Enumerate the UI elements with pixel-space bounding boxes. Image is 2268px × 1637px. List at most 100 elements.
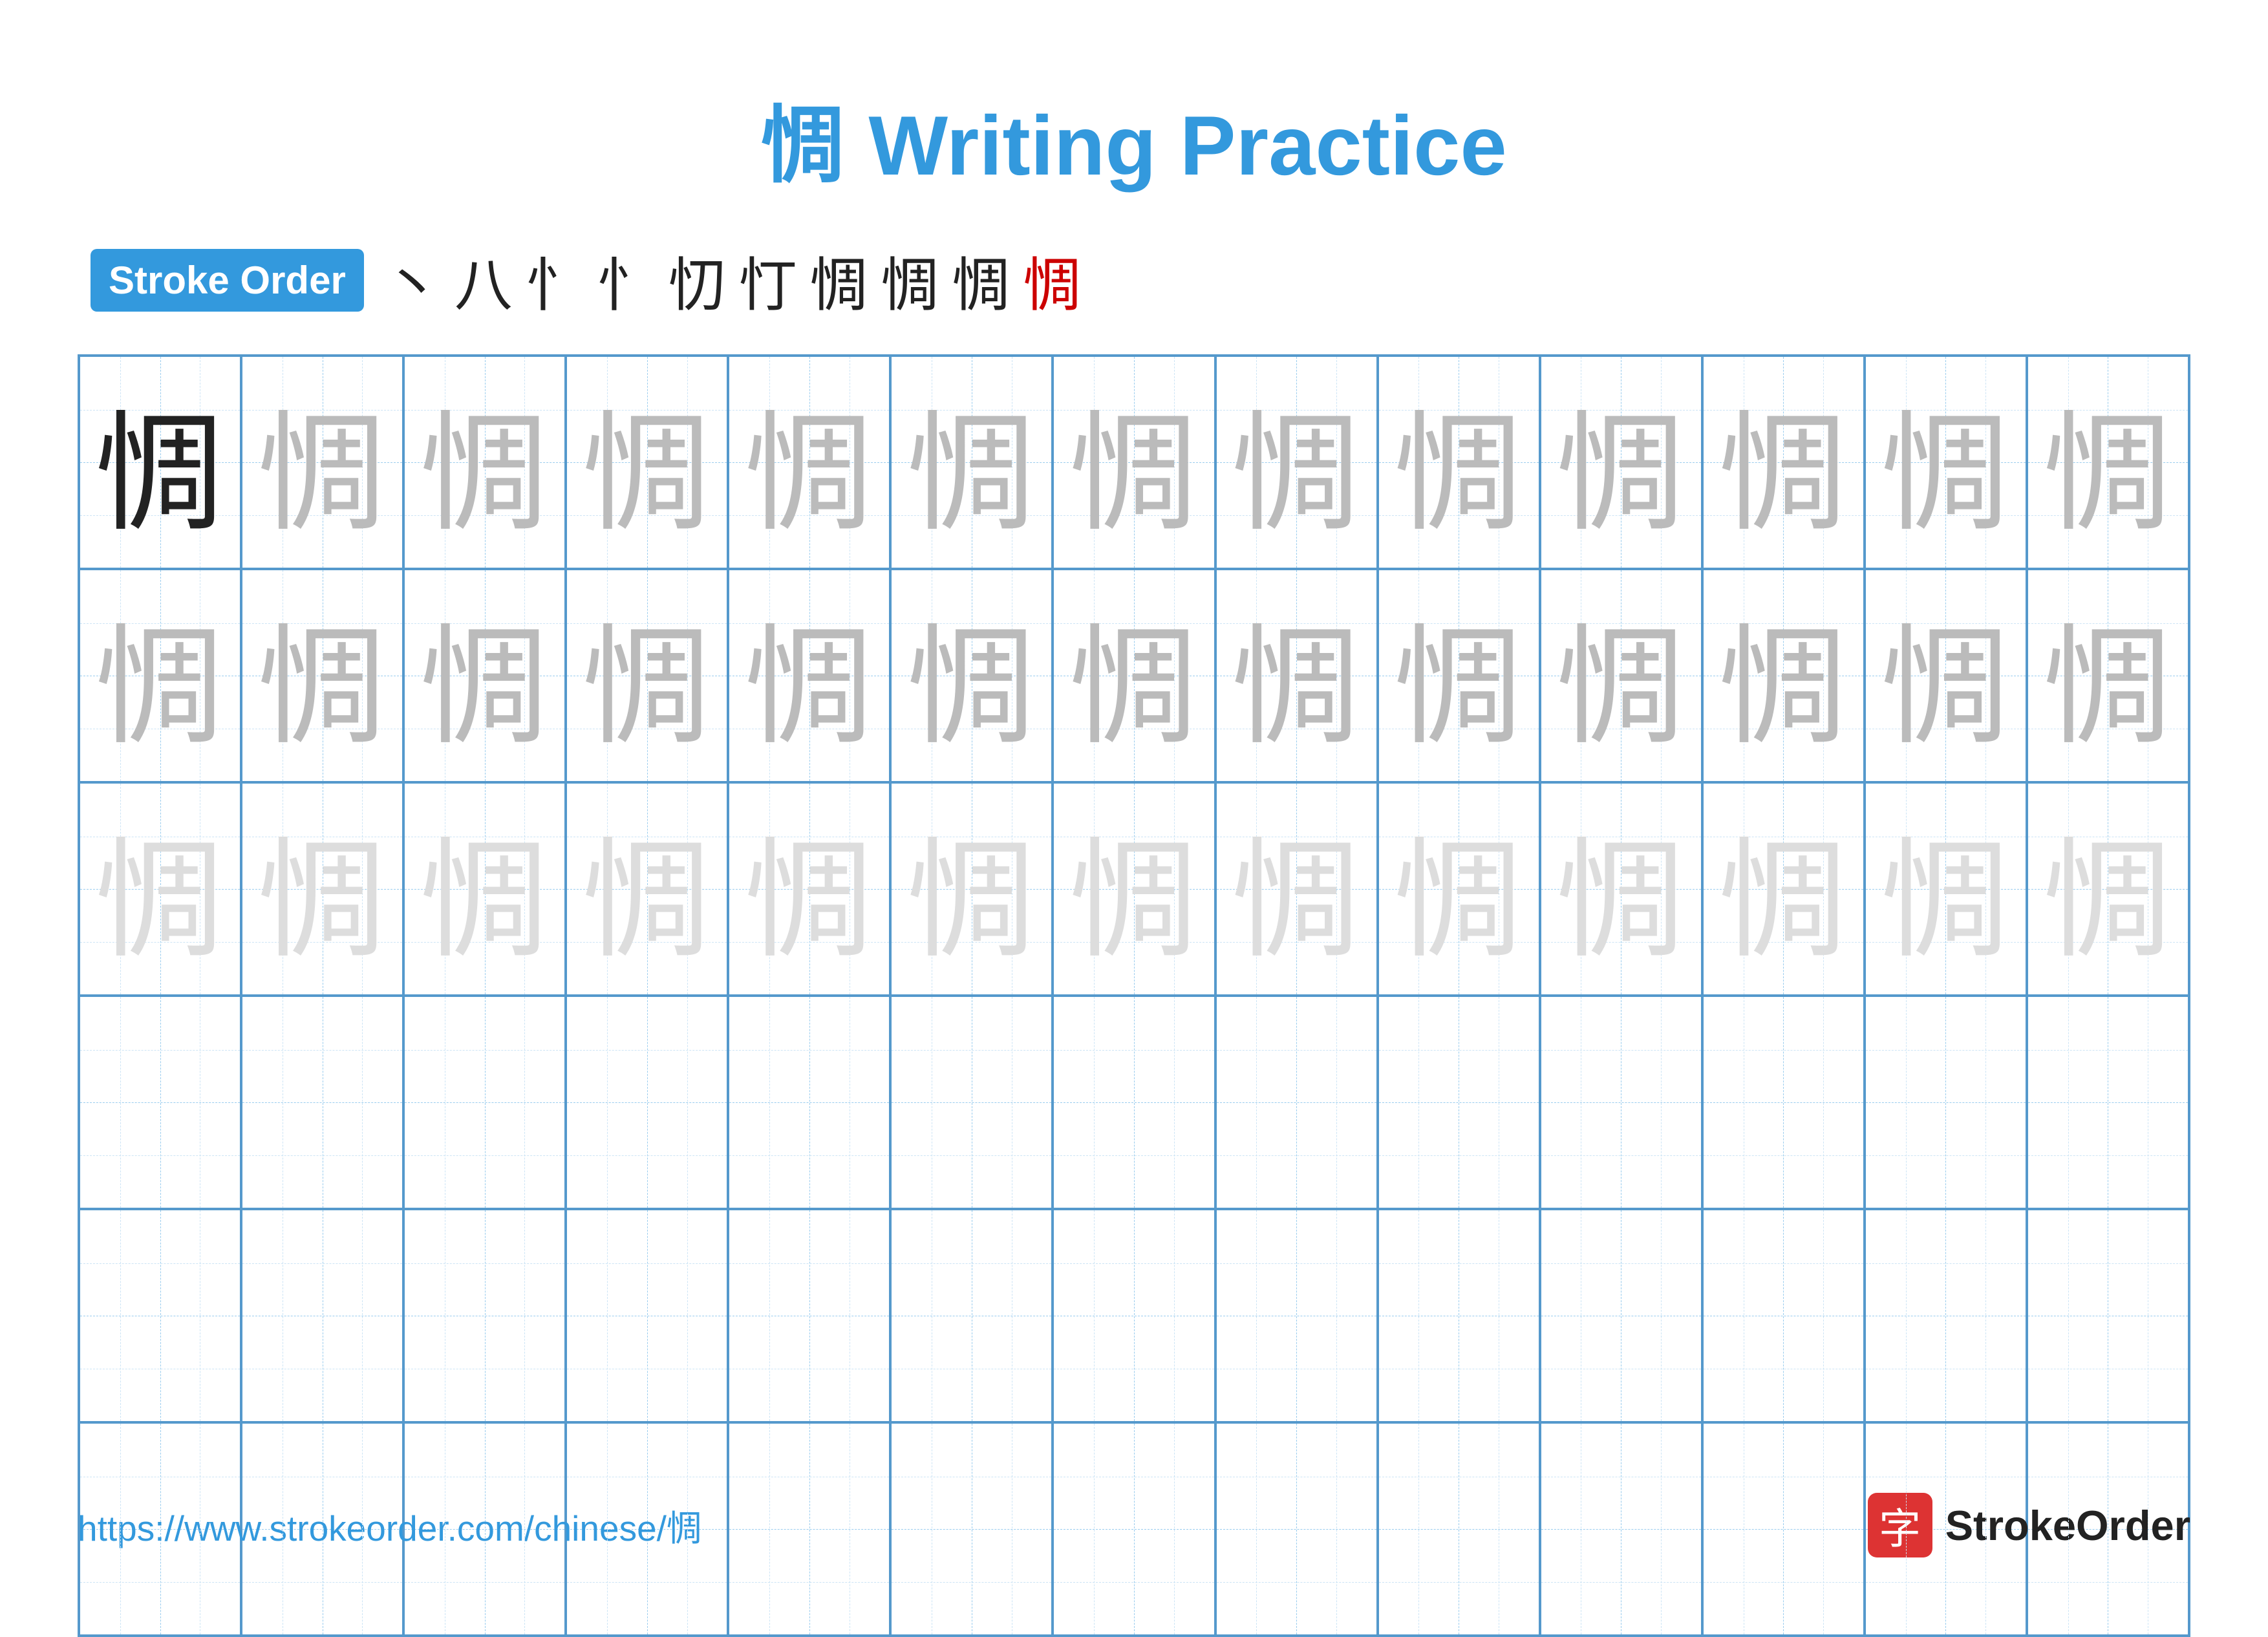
grid-cell[interactable] bbox=[1540, 996, 1702, 1209]
practice-char: 惆 bbox=[2043, 795, 2172, 983]
practice-char: 惆 bbox=[583, 795, 712, 983]
grid-cell[interactable]: 惆 bbox=[1215, 569, 1378, 782]
grid-cell[interactable] bbox=[1865, 1209, 2027, 1422]
practice-char: 惆 bbox=[96, 582, 225, 769]
grid-cell[interactable]: 惆 bbox=[241, 569, 403, 782]
practice-char: 惆 bbox=[96, 795, 225, 983]
stroke-3: 忄 bbox=[526, 238, 584, 322]
practice-char: 惆 bbox=[420, 795, 550, 983]
practice-char: 惆 bbox=[1881, 369, 2010, 556]
grid-cell[interactable] bbox=[79, 1209, 241, 1422]
grid-cell[interactable]: 惆 bbox=[728, 782, 890, 996]
footer: https://www.strokeorder.com/chinese/惆 字 … bbox=[78, 1493, 2190, 1557]
grid-cell[interactable]: 惆 bbox=[1865, 782, 2027, 996]
stroke-1: 丶 bbox=[383, 238, 442, 322]
grid-cell[interactable]: 惆 bbox=[79, 356, 241, 569]
grid-cell[interactable]: 惆 bbox=[890, 782, 1053, 996]
grid-cell[interactable] bbox=[566, 996, 728, 1209]
footer-url[interactable]: https://www.strokeorder.com/chinese/惆 bbox=[78, 1499, 702, 1551]
grid-cell[interactable]: 惆 bbox=[728, 569, 890, 782]
practice-char: 惆 bbox=[1232, 582, 1361, 769]
grid-cell[interactable] bbox=[1215, 996, 1378, 1209]
grid-cell[interactable] bbox=[403, 996, 566, 1209]
grid-cell[interactable]: 惆 bbox=[2027, 782, 2189, 996]
grid-cell[interactable] bbox=[728, 1209, 890, 1422]
grid-cell[interactable] bbox=[890, 1209, 1053, 1422]
grid-cell[interactable]: 惆 bbox=[1702, 356, 1865, 569]
grid-cell[interactable]: 惆 bbox=[403, 356, 566, 569]
grid-cell[interactable] bbox=[1215, 1209, 1378, 1422]
grid-cell[interactable]: 惆 bbox=[1053, 356, 1215, 569]
grid-cell[interactable]: 惆 bbox=[1378, 782, 1540, 996]
page-container: 惆 Writing Practice Stroke Order 丶 八 忄 忄 … bbox=[0, 0, 2268, 1603]
grid-cell[interactable]: 惆 bbox=[241, 356, 403, 569]
grid-row-4 bbox=[79, 996, 2189, 1209]
grid-cell[interactable]: 惆 bbox=[1540, 782, 1702, 996]
grid-cell[interactable]: 惆 bbox=[728, 356, 890, 569]
grid-cell[interactable]: 惆 bbox=[2027, 356, 2189, 569]
practice-char: 惆 bbox=[583, 369, 712, 556]
grid-cell[interactable] bbox=[2027, 996, 2189, 1209]
stroke-6: 忊 bbox=[739, 238, 797, 322]
stroke-2: 八 bbox=[455, 238, 513, 322]
title-area: 惆 Writing Practice bbox=[78, 78, 2190, 199]
practice-char: 惆 bbox=[420, 582, 550, 769]
grid-cell[interactable]: 惆 bbox=[1702, 569, 1865, 782]
grid-cell[interactable] bbox=[1053, 1209, 1215, 1422]
grid-cell[interactable]: 惆 bbox=[1215, 356, 1378, 569]
practice-char: 惆 bbox=[1232, 795, 1361, 983]
grid-cell[interactable]: 惆 bbox=[1053, 782, 1215, 996]
grid-cell[interactable]: 惆 bbox=[79, 569, 241, 782]
grid-cell[interactable] bbox=[1702, 1209, 1865, 1422]
grid-cell[interactable]: 惆 bbox=[890, 356, 1053, 569]
grid-cell[interactable]: 惆 bbox=[79, 782, 241, 996]
grid-cell[interactable] bbox=[403, 1209, 566, 1422]
stroke-9: 惆 bbox=[952, 238, 1011, 322]
grid-cell[interactable] bbox=[1865, 996, 2027, 1209]
practice-char: 惆 bbox=[258, 582, 387, 769]
grid-cell[interactable]: 惆 bbox=[1702, 782, 1865, 996]
grid-cell[interactable] bbox=[241, 996, 403, 1209]
grid-cell[interactable]: 惆 bbox=[566, 569, 728, 782]
grid-cell[interactable]: 惆 bbox=[1540, 569, 1702, 782]
grid-cell[interactable]: 惆 bbox=[1215, 782, 1378, 996]
grid-cell[interactable] bbox=[1702, 996, 1865, 1209]
practice-char: 惆 bbox=[96, 369, 225, 556]
grid-cell[interactable]: 惆 bbox=[1053, 569, 1215, 782]
practice-char: 惆 bbox=[1394, 369, 1523, 556]
grid-cell[interactable]: 惆 bbox=[2027, 569, 2189, 782]
grid-cell[interactable] bbox=[79, 996, 241, 1209]
grid-cell[interactable]: 惆 bbox=[241, 782, 403, 996]
grid-cell[interactable] bbox=[1378, 1209, 1540, 1422]
grid-cell[interactable]: 惆 bbox=[403, 782, 566, 996]
practice-char: 惆 bbox=[1069, 795, 1199, 983]
grid-cell[interactable]: 惆 bbox=[1378, 356, 1540, 569]
grid-cell[interactable]: 惆 bbox=[1865, 356, 2027, 569]
grid-cell[interactable]: 惆 bbox=[1378, 569, 1540, 782]
grid-cell[interactable] bbox=[241, 1209, 403, 1422]
practice-grid: 惆 惆 惆 惆 惆 惆 惆 惆 惆 惆 惆 惆 惆 惆 惆 惆 惆 惆 惆 惆 … bbox=[78, 354, 2190, 1637]
grid-cell[interactable] bbox=[2027, 1209, 2189, 1422]
practice-char: 惆 bbox=[745, 582, 874, 769]
practice-char: 惆 bbox=[1556, 582, 1685, 769]
grid-cell[interactable] bbox=[566, 1209, 728, 1422]
grid-cell[interactable]: 惆 bbox=[1540, 356, 1702, 569]
practice-char: 惆 bbox=[2043, 582, 2172, 769]
grid-cell[interactable] bbox=[890, 996, 1053, 1209]
grid-cell[interactable] bbox=[1540, 1209, 1702, 1422]
practice-char: 惆 bbox=[420, 369, 550, 556]
stroke-4: 忄 bbox=[597, 238, 655, 322]
grid-cell[interactable]: 惆 bbox=[403, 569, 566, 782]
practice-char: 惆 bbox=[1718, 795, 1848, 983]
stroke-order-row: Stroke Order 丶 八 忄 忄 忉 忊 惆 惆 惆 惆 bbox=[91, 238, 2190, 322]
grid-cell[interactable]: 惆 bbox=[566, 782, 728, 996]
grid-cell[interactable]: 惆 bbox=[566, 356, 728, 569]
grid-cell[interactable] bbox=[728, 996, 890, 1209]
grid-cell[interactable]: 惆 bbox=[1865, 569, 2027, 782]
grid-cell[interactable] bbox=[1378, 996, 1540, 1209]
practice-char: 惆 bbox=[1394, 795, 1523, 983]
stroke-8: 惆 bbox=[881, 238, 939, 322]
grid-cell[interactable]: 惆 bbox=[890, 569, 1053, 782]
practice-char: 惆 bbox=[907, 582, 1036, 769]
grid-cell[interactable] bbox=[1053, 996, 1215, 1209]
